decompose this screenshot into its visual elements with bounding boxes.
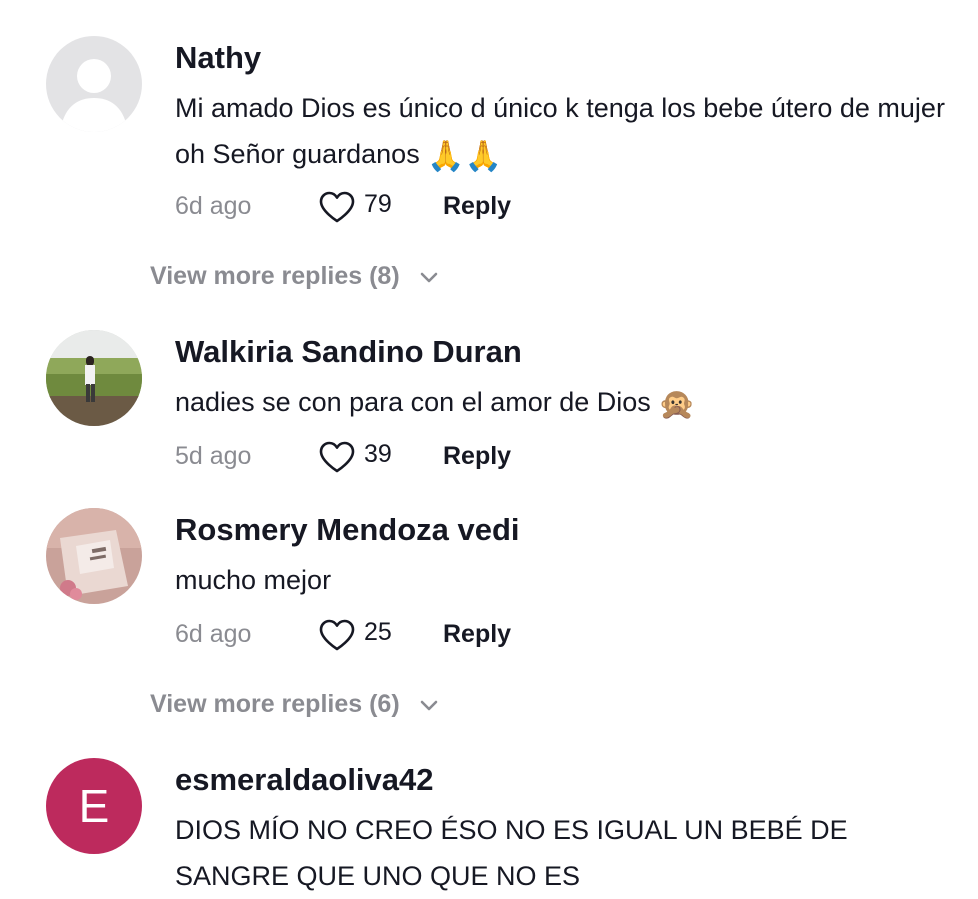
praying-hands-emoji: 🙏🙏	[427, 140, 502, 173]
heart-icon	[319, 441, 355, 473]
comment-text-body: nadies se con para con el amor de Dios	[175, 387, 651, 417]
comment-text-body: DIOS MÍO NO CREO ÉSO NO ES IGUAL UN BEBÉ…	[175, 815, 848, 891]
view-more-replies-label: View more replies (6)	[150, 690, 400, 718]
username[interactable]: esmeraldaoliva42	[175, 762, 434, 798]
avatar-esmeraldaoliva42[interactable]: E	[46, 758, 142, 854]
timestamp: 5d ago	[175, 442, 252, 470]
comment-text: mucho mejor	[175, 557, 965, 603]
comment-text: DIOS MÍO NO CREO ÉSO NO ES IGUAL UN BEBÉ…	[175, 807, 965, 899]
avatar-letter: E	[78, 780, 110, 832]
username[interactable]: Walkiria Sandino Duran	[175, 334, 522, 370]
view-more-replies-button[interactable]: View more replies (6)	[150, 690, 439, 719]
avatar-walkiria[interactable]	[46, 330, 142, 426]
like-button[interactable]	[318, 190, 356, 224]
photo-avatar-icon	[46, 330, 142, 426]
reply-button[interactable]: Reply	[443, 192, 511, 221]
like-count: 39	[364, 440, 392, 468]
heart-icon	[319, 191, 355, 223]
timestamp: 6d ago	[175, 192, 252, 220]
reply-button[interactable]: Reply	[443, 620, 511, 649]
chevron-down-icon	[420, 701, 437, 711]
timestamp: 6d ago	[175, 620, 252, 648]
default-avatar-icon	[60, 59, 128, 132]
like-count: 25	[364, 618, 392, 646]
comment-text: nadies se con para con el amor de Dios 🙊	[175, 379, 965, 428]
like-button[interactable]	[318, 618, 356, 652]
heart-icon	[319, 619, 355, 651]
view-more-replies-label: View more replies (8)	[150, 262, 400, 290]
comment-text-body: mucho mejor	[175, 565, 332, 595]
photo-avatar-icon	[46, 508, 142, 604]
avatar-rosmery[interactable]	[46, 508, 142, 604]
comment-text: Mi amado Dios es único d único k tenga l…	[175, 85, 965, 180]
username[interactable]: Rosmery Mendoza vedi	[175, 512, 520, 548]
chevron-down-icon	[420, 273, 437, 283]
username[interactable]: Nathy	[175, 40, 261, 76]
speak-no-evil-monkey-emoji: 🙊	[658, 388, 696, 421]
like-button[interactable]	[318, 440, 356, 474]
comment-text-body: Mi amado Dios es único d único k tenga l…	[175, 93, 945, 169]
view-more-replies-button[interactable]: View more replies (8)	[150, 262, 439, 291]
reply-button[interactable]: Reply	[443, 442, 511, 471]
avatar-nathy[interactable]	[46, 36, 142, 132]
like-count: 79	[364, 190, 392, 218]
